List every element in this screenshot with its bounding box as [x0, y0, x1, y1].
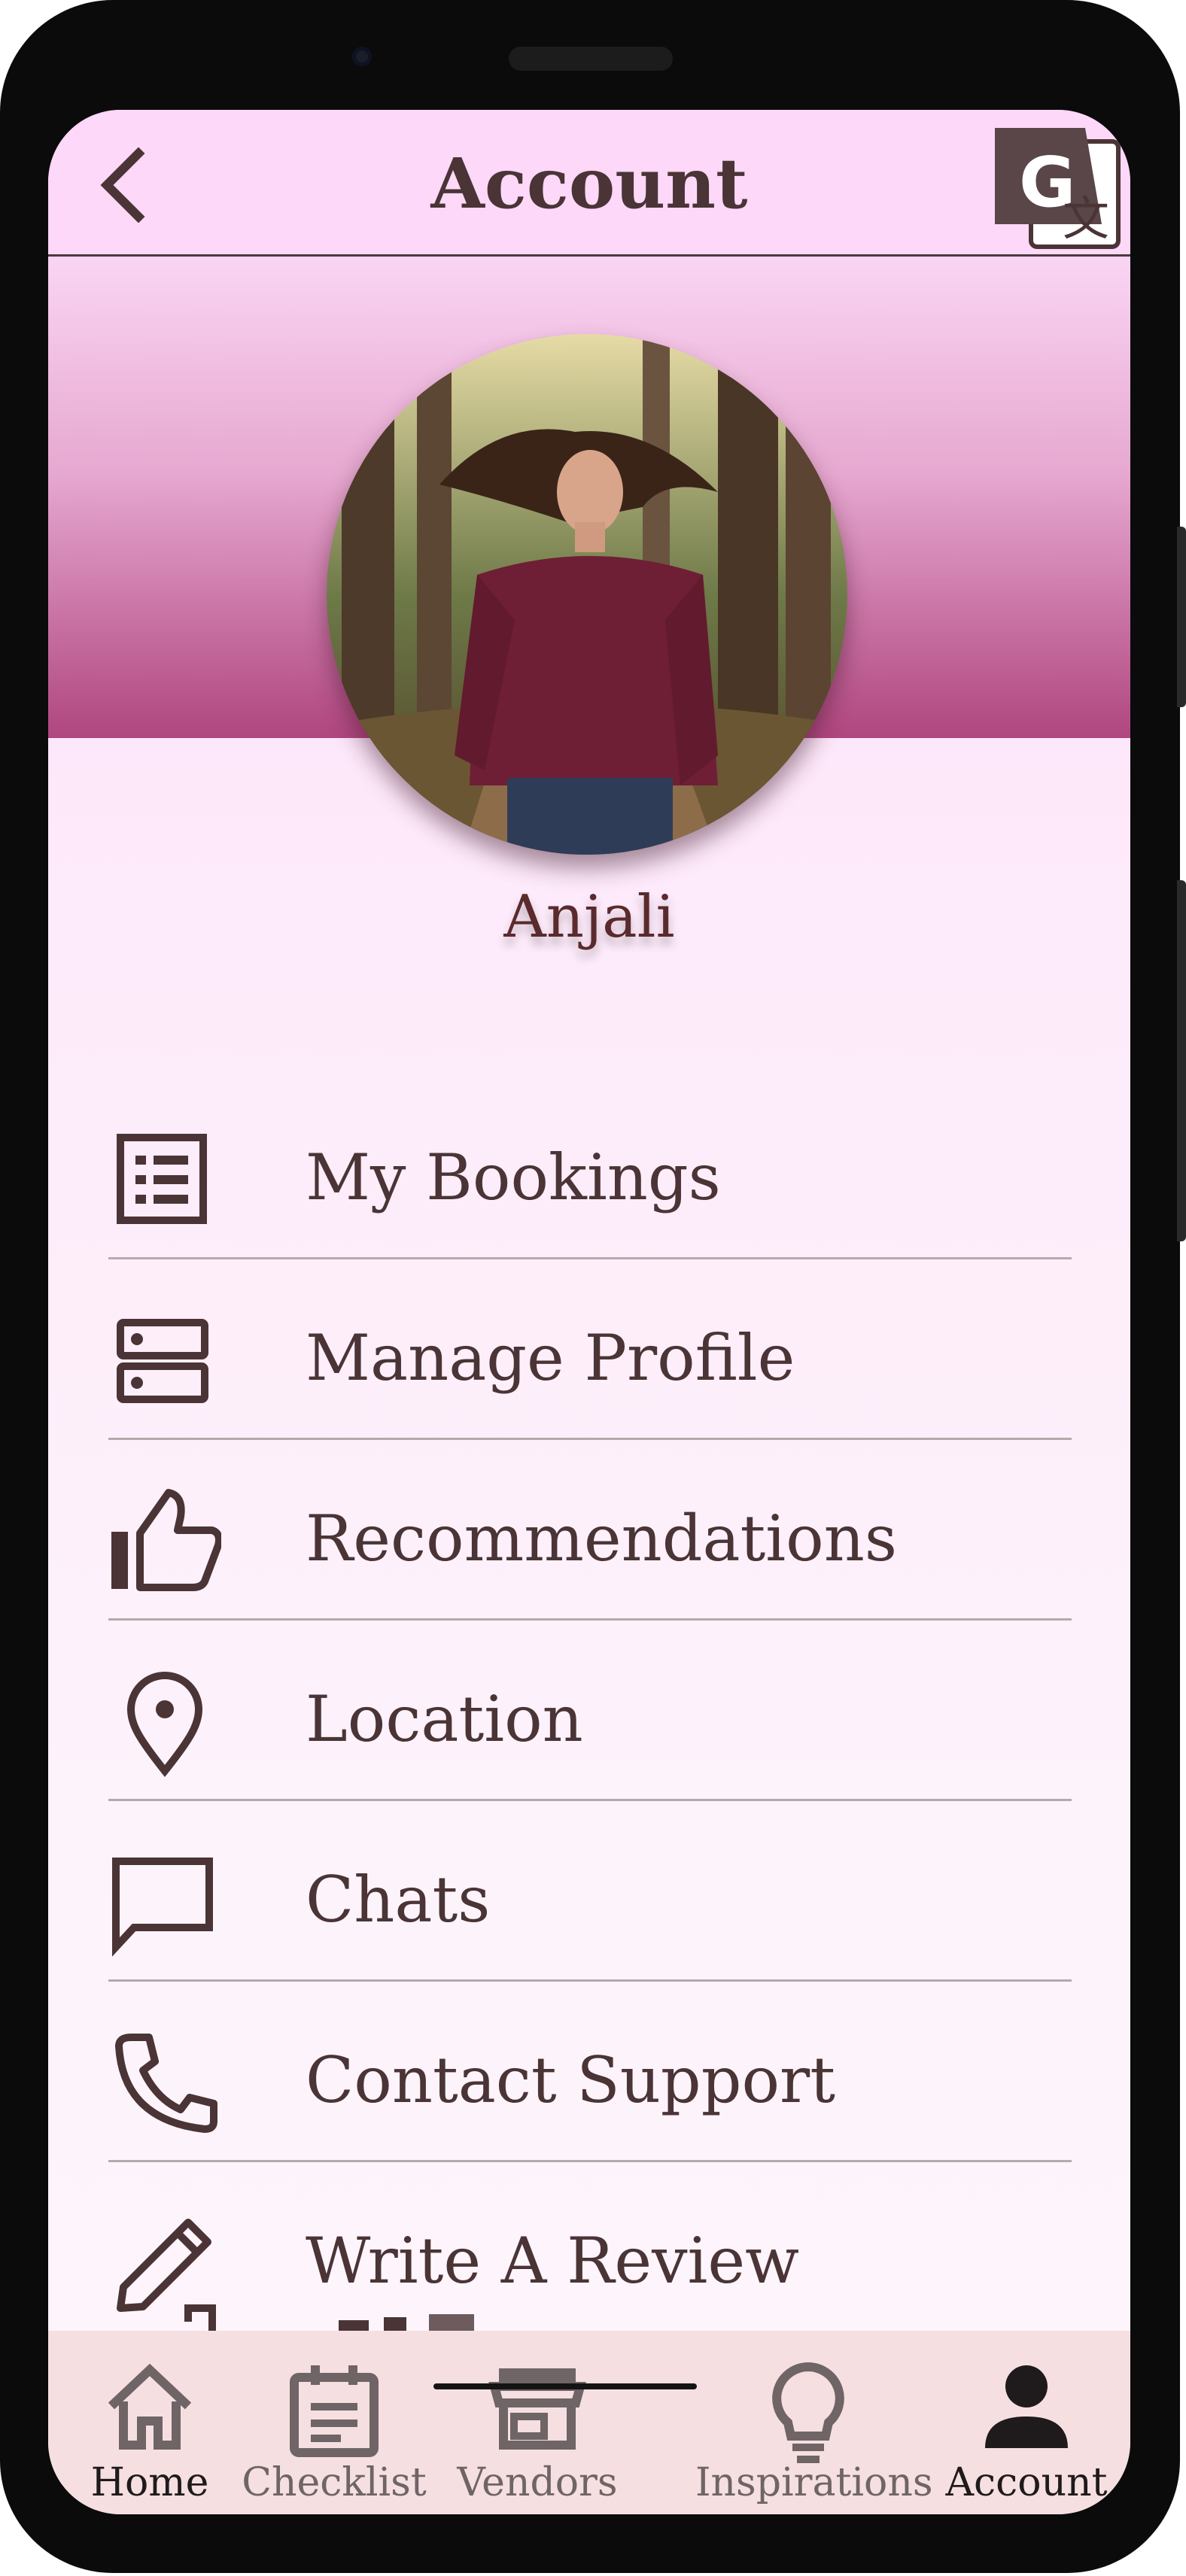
page-title: Account — [430, 143, 748, 224]
nav-inspirations[interactable]: Inspirations — [695, 2331, 933, 2514]
lightbulb-icon — [772, 2362, 844, 2463]
app-screen: Account G 文 Anjali My Bookings Manage Pr… — [48, 110, 1130, 2514]
earpiece-speaker — [509, 47, 673, 71]
menu-item-contact-support[interactable]: Contact Support — [108, 1982, 1072, 2162]
bottom-navigation: Home Checklist Vendors Inspirations Acco… — [48, 2331, 1130, 2514]
profile-name: Anjali — [503, 883, 675, 951]
menu-item-recommendations[interactable]: Recommendations — [108, 1440, 1072, 1621]
nav-label: Vendors — [457, 2460, 618, 2505]
checklist-icon — [290, 2365, 379, 2457]
menu-item-partial — [143, 2292, 670, 2331]
volume-button — [1177, 527, 1186, 707]
nav-label: Inspirations — [695, 2460, 933, 2505]
google-translate-icon[interactable]: G 文 — [989, 122, 1123, 251]
svg-text:文: 文 — [1063, 191, 1109, 246]
menu-label: Contact Support — [306, 2043, 835, 2117]
nav-home[interactable]: Home — [63, 2331, 236, 2514]
menu-item-manage-profile[interactable]: Manage Profile — [108, 1259, 1072, 1440]
menu-item-my-bookings[interactable]: My Bookings — [108, 1079, 1072, 1259]
nav-label: Home — [90, 2460, 209, 2505]
nav-account[interactable]: Account — [936, 2331, 1117, 2514]
home-indicator[interactable] — [433, 2383, 697, 2389]
menu-label: Recommendations — [306, 1502, 897, 1575]
menu-label: Manage Profile — [306, 1321, 795, 1395]
menu-item-location[interactable]: Location — [108, 1621, 1072, 1801]
profile-photo — [327, 334, 847, 855]
top-app-bar: Account G 文 — [48, 110, 1130, 257]
nav-label: Account — [945, 2460, 1108, 2505]
avatar[interactable] — [327, 334, 847, 855]
front-camera — [352, 47, 372, 66]
menu-item-chats[interactable]: Chats — [108, 1801, 1072, 1982]
menu-label: Location — [306, 1682, 583, 1756]
phone-icon — [115, 2034, 217, 2133]
power-button — [1177, 880, 1186, 1241]
location-pin-icon — [126, 1672, 203, 1778]
list-icon — [117, 1134, 207, 1224]
chat-bubble-icon — [112, 1858, 213, 1957]
person-icon — [985, 2365, 1068, 2448]
nav-label: Checklist — [242, 2460, 427, 2505]
dns-icon — [117, 1319, 208, 1403]
nav-vendors[interactable]: Vendors — [447, 2331, 628, 2514]
store-icon — [488, 2368, 586, 2450]
menu-label: Write A Review — [306, 2224, 800, 2298]
nav-checklist[interactable]: Checklist — [236, 2331, 432, 2514]
menu-label: Chats — [306, 1863, 491, 1937]
home-icon — [108, 2363, 192, 2450]
menu-label: My Bookings — [306, 1141, 721, 1214]
thumbs-up-icon — [111, 1489, 221, 1591]
